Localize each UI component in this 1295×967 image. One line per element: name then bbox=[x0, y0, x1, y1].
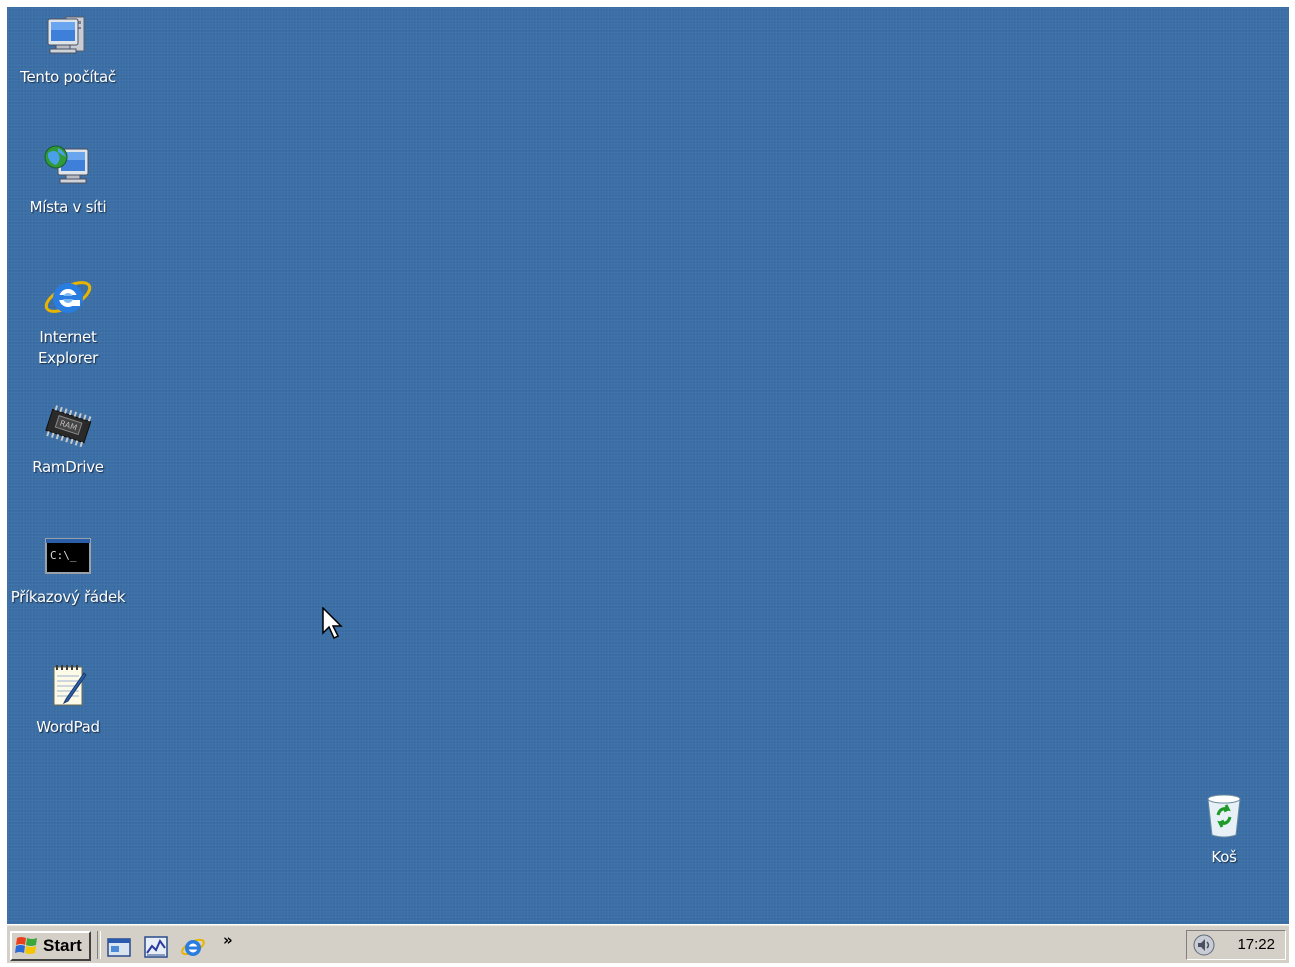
desktop-icon-command-prompt[interactable]: C:\_ Příkazový řádek bbox=[7, 529, 133, 608]
internet-explorer-icon[interactable] bbox=[180, 934, 206, 960]
desktop-icon-wordpad[interactable]: WordPad bbox=[7, 659, 133, 738]
start-button-label: Start bbox=[43, 936, 82, 955]
desktop-icon-label: Příkazový řádek bbox=[10, 588, 126, 606]
screen: Tento počítač Místa v síti Internet Expl… bbox=[7, 7, 1289, 963]
show-desktop-icon[interactable] bbox=[106, 934, 132, 960]
mouse-cursor-icon bbox=[322, 607, 343, 640]
quick-launch-more-button[interactable]: » bbox=[223, 931, 233, 949]
wordpad-icon bbox=[53, 665, 87, 706]
taskbar-separator bbox=[97, 931, 101, 959]
desktop-icon-network-places[interactable]: Místa v síti bbox=[7, 139, 133, 218]
volume-icon[interactable] bbox=[1191, 932, 1217, 958]
desktop-icon-internet-explorer[interactable]: Internet Explorer bbox=[7, 269, 133, 369]
network-places-icon bbox=[44, 145, 89, 184]
desktop-icon-label: Tento počítač bbox=[20, 68, 116, 86]
system-tray: 17:22 bbox=[1186, 930, 1286, 960]
desktop-icon-label: WordPad bbox=[36, 718, 100, 736]
desktop-icon-label: Koš bbox=[1211, 848, 1237, 866]
command-prompt-icon: C:\_ bbox=[45, 538, 91, 574]
performance-chart-icon[interactable] bbox=[143, 934, 169, 960]
ram-chip-icon: RAM bbox=[45, 405, 92, 448]
windows-logo-icon bbox=[15, 937, 37, 954]
desktop-icon-ramdrive[interactable]: RAM RamDrive bbox=[7, 399, 133, 478]
desktop-icon-label: RamDrive bbox=[32, 458, 104, 476]
recycle-bin-icon bbox=[1207, 794, 1241, 838]
desktop-icon-my-computer[interactable]: Tento počítač bbox=[7, 9, 133, 88]
desktop-icon-label: Internet Explorer bbox=[37, 328, 99, 367]
start-button[interactable]: Start bbox=[10, 931, 91, 961]
desktop-icon-recycle-bin[interactable]: Koš bbox=[1159, 789, 1289, 868]
desktop[interactable]: Tento počítač Místa v síti Internet Expl… bbox=[7, 7, 1289, 924]
taskbar: Start » 17:22 bbox=[7, 924, 1289, 963]
my-computer-icon bbox=[47, 16, 85, 54]
cmd-icon-text: C:\_ bbox=[50, 549, 77, 562]
desktop-icon-label: Místa v síti bbox=[29, 198, 107, 216]
clock[interactable]: 17:22 bbox=[1237, 936, 1275, 953]
internet-explorer-icon bbox=[44, 281, 92, 313]
